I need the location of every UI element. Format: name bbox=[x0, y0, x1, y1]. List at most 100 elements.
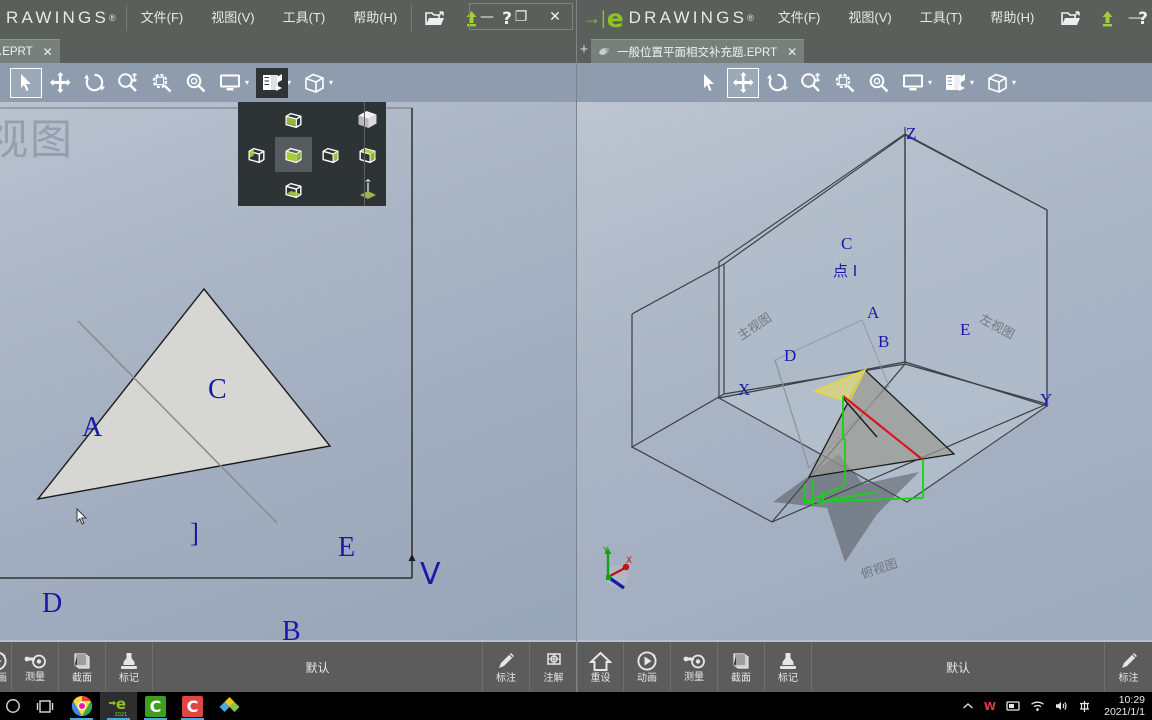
view-right-icon[interactable] bbox=[312, 137, 349, 172]
minimize-button[interactable]: — bbox=[470, 4, 504, 29]
tray-volume-icon[interactable] bbox=[1054, 700, 1069, 712]
menu-view[interactable]: 视图(V) bbox=[834, 0, 905, 36]
svg-text:X: X bbox=[626, 556, 632, 566]
close-icon[interactable]: ✕ bbox=[783, 45, 797, 59]
document-tab-left[interactable]: .EPRT ✕ bbox=[0, 39, 60, 63]
tool-pan[interactable] bbox=[727, 67, 759, 98]
tool-select[interactable] bbox=[693, 68, 725, 98]
menu-help[interactable]: 帮助(H) bbox=[976, 0, 1048, 36]
view-bottom-icon[interactable] bbox=[275, 172, 312, 207]
tray-device-icon[interactable] bbox=[1006, 700, 1021, 712]
close-icon[interactable]: ✕ bbox=[39, 45, 53, 59]
upload-icon[interactable] bbox=[1096, 7, 1118, 29]
bb-section[interactable]: 截面 bbox=[718, 642, 765, 692]
tray-wps-icon[interactable]: W bbox=[983, 700, 997, 712]
bb-dimension[interactable]: 标注 bbox=[1105, 642, 1152, 692]
view-orientation-flyout[interactable] bbox=[238, 102, 386, 206]
tool-appearance[interactable] bbox=[939, 68, 971, 98]
restore-button[interactable]: ❐ bbox=[504, 4, 538, 29]
app-logo-left: RAWINGS ® bbox=[0, 0, 126, 36]
label-I: ] bbox=[190, 518, 199, 548]
menubar-left: 文件(F) 视图(V) 工具(T) 帮助(H) bbox=[127, 0, 412, 36]
view-back-icon[interactable] bbox=[275, 102, 312, 137]
tool-zoom[interactable] bbox=[180, 68, 212, 98]
letter-c-green-icon: C bbox=[145, 695, 166, 717]
menu-file[interactable]: 文件(F) bbox=[764, 0, 835, 36]
bb-measure[interactable]: 测量 bbox=[671, 642, 718, 692]
document-tab-right[interactable]: 一般位置平面相交补充题.EPRT ✕ bbox=[591, 39, 805, 63]
taskbar-clock[interactable]: 10:29 2021/1/1 bbox=[1100, 694, 1145, 718]
open-folder-icon[interactable] bbox=[1060, 7, 1082, 29]
menu-tools[interactable]: 工具(T) bbox=[906, 0, 977, 36]
plane-label-left: 左视图 bbox=[977, 310, 1018, 342]
taskbar-task-view[interactable] bbox=[26, 692, 63, 720]
view-isometric-icon[interactable] bbox=[349, 102, 386, 137]
circle-icon bbox=[6, 699, 20, 713]
main-toolbar-left: ▾ ▾ ▾ bbox=[0, 63, 577, 206]
chrome-icon bbox=[71, 695, 92, 717]
tool-appearance[interactable] bbox=[256, 67, 289, 98]
tool-view-orientation[interactable] bbox=[298, 68, 330, 98]
bb-measure-label: 测量 bbox=[684, 672, 704, 683]
bb-animation[interactable]: 动画 bbox=[0, 642, 12, 692]
taskbar-chrome[interactable] bbox=[63, 692, 100, 720]
tool-view-orientation[interactable] bbox=[981, 68, 1013, 98]
clock-time: 10:29 bbox=[1118, 694, 1145, 706]
tool-zoom-window[interactable] bbox=[112, 68, 144, 98]
view-normal-to-icon[interactable] bbox=[349, 172, 386, 207]
tray-chevron-up-icon[interactable] bbox=[962, 701, 974, 711]
bb-section[interactable]: 截面 bbox=[59, 642, 106, 692]
taskbar-caxa-red[interactable]: C bbox=[174, 692, 211, 720]
menu-tools[interactable]: 工具(T) bbox=[269, 0, 340, 36]
tool-display-mode[interactable] bbox=[897, 68, 929, 98]
taskbar-diamond-app[interactable] bbox=[211, 692, 248, 720]
close-button[interactable]: ✕ bbox=[538, 4, 572, 29]
taskbar-apps: e 2021 C C bbox=[0, 692, 248, 720]
taskbar-edrawings[interactable]: e 2021 bbox=[100, 692, 137, 720]
minimize-button[interactable]: — bbox=[1118, 5, 1152, 30]
main-toolbar-right: ▾ ▾ ▾ bbox=[577, 63, 1152, 102]
svg-text:C: C bbox=[187, 697, 199, 716]
tool-display-mode[interactable] bbox=[214, 68, 246, 98]
view-left-icon[interactable] bbox=[238, 137, 275, 172]
tool-pan[interactable] bbox=[44, 68, 76, 98]
bb-animation[interactable]: 动画 bbox=[624, 642, 671, 692]
tool-zoom-fit[interactable] bbox=[829, 68, 861, 98]
bb-markup[interactable]: 标记 bbox=[106, 642, 153, 692]
taskbar-cortana[interactable] bbox=[0, 692, 26, 720]
menubar-right: 文件(F) 视图(V) 工具(T) 帮助(H) bbox=[764, 0, 1049, 36]
tray-ime-icon[interactable] bbox=[1078, 700, 1091, 713]
tool-zoom-fit[interactable] bbox=[146, 68, 178, 98]
tool-zoom[interactable] bbox=[863, 68, 895, 98]
point-label-c: C bbox=[841, 234, 853, 253]
tool-select[interactable] bbox=[10, 67, 42, 98]
svg-text:Y: Y bbox=[602, 546, 609, 556]
menu-file[interactable]: 文件(F) bbox=[127, 0, 198, 36]
tray-wifi-icon[interactable] bbox=[1030, 700, 1045, 712]
bb-section-label: 截面 bbox=[72, 673, 92, 684]
document-tab-label-right: 一般位置平面相交补充题.EPRT bbox=[617, 46, 778, 59]
menu-view[interactable]: 视图(V) bbox=[197, 0, 268, 36]
bb-measure[interactable]: 测量 bbox=[12, 642, 59, 692]
brand-text-left: RAWINGS bbox=[6, 8, 109, 27]
viewport-3d[interactable]: 主视图 左视图 俯视图 Z X Y C 点 I A B D E Y X bbox=[577, 102, 1152, 640]
bb-note[interactable]: 注解 bbox=[530, 642, 577, 692]
tool-zoom-window[interactable] bbox=[795, 68, 827, 98]
bb-dimension[interactable]: 标注 bbox=[483, 642, 530, 692]
axis-label-y: Y bbox=[1040, 390, 1053, 409]
view-front-icon[interactable] bbox=[275, 137, 312, 172]
new-tab-button[interactable]: + bbox=[577, 36, 591, 63]
bb-config-default-right[interactable]: 默认 bbox=[812, 642, 1105, 692]
tool-rotate[interactable] bbox=[78, 68, 110, 98]
brand-registered-left: ® bbox=[109, 13, 116, 23]
taskbar-caxa-green[interactable]: C bbox=[137, 692, 174, 720]
menu-help[interactable]: 帮助(H) bbox=[339, 0, 411, 36]
task-view-icon bbox=[36, 699, 53, 713]
bb-config-default-left[interactable]: 默认 bbox=[153, 642, 483, 692]
tool-rotate[interactable] bbox=[761, 68, 793, 98]
bottom-toolbar-left: 动画 测量 截面 标记 默认 标注 注解 bbox=[0, 640, 577, 692]
bb-home[interactable]: 重设 bbox=[577, 642, 624, 692]
bb-markup[interactable]: 标记 bbox=[765, 642, 812, 692]
open-folder-icon[interactable] bbox=[424, 7, 446, 29]
view-trimetric-icon[interactable] bbox=[349, 137, 386, 172]
